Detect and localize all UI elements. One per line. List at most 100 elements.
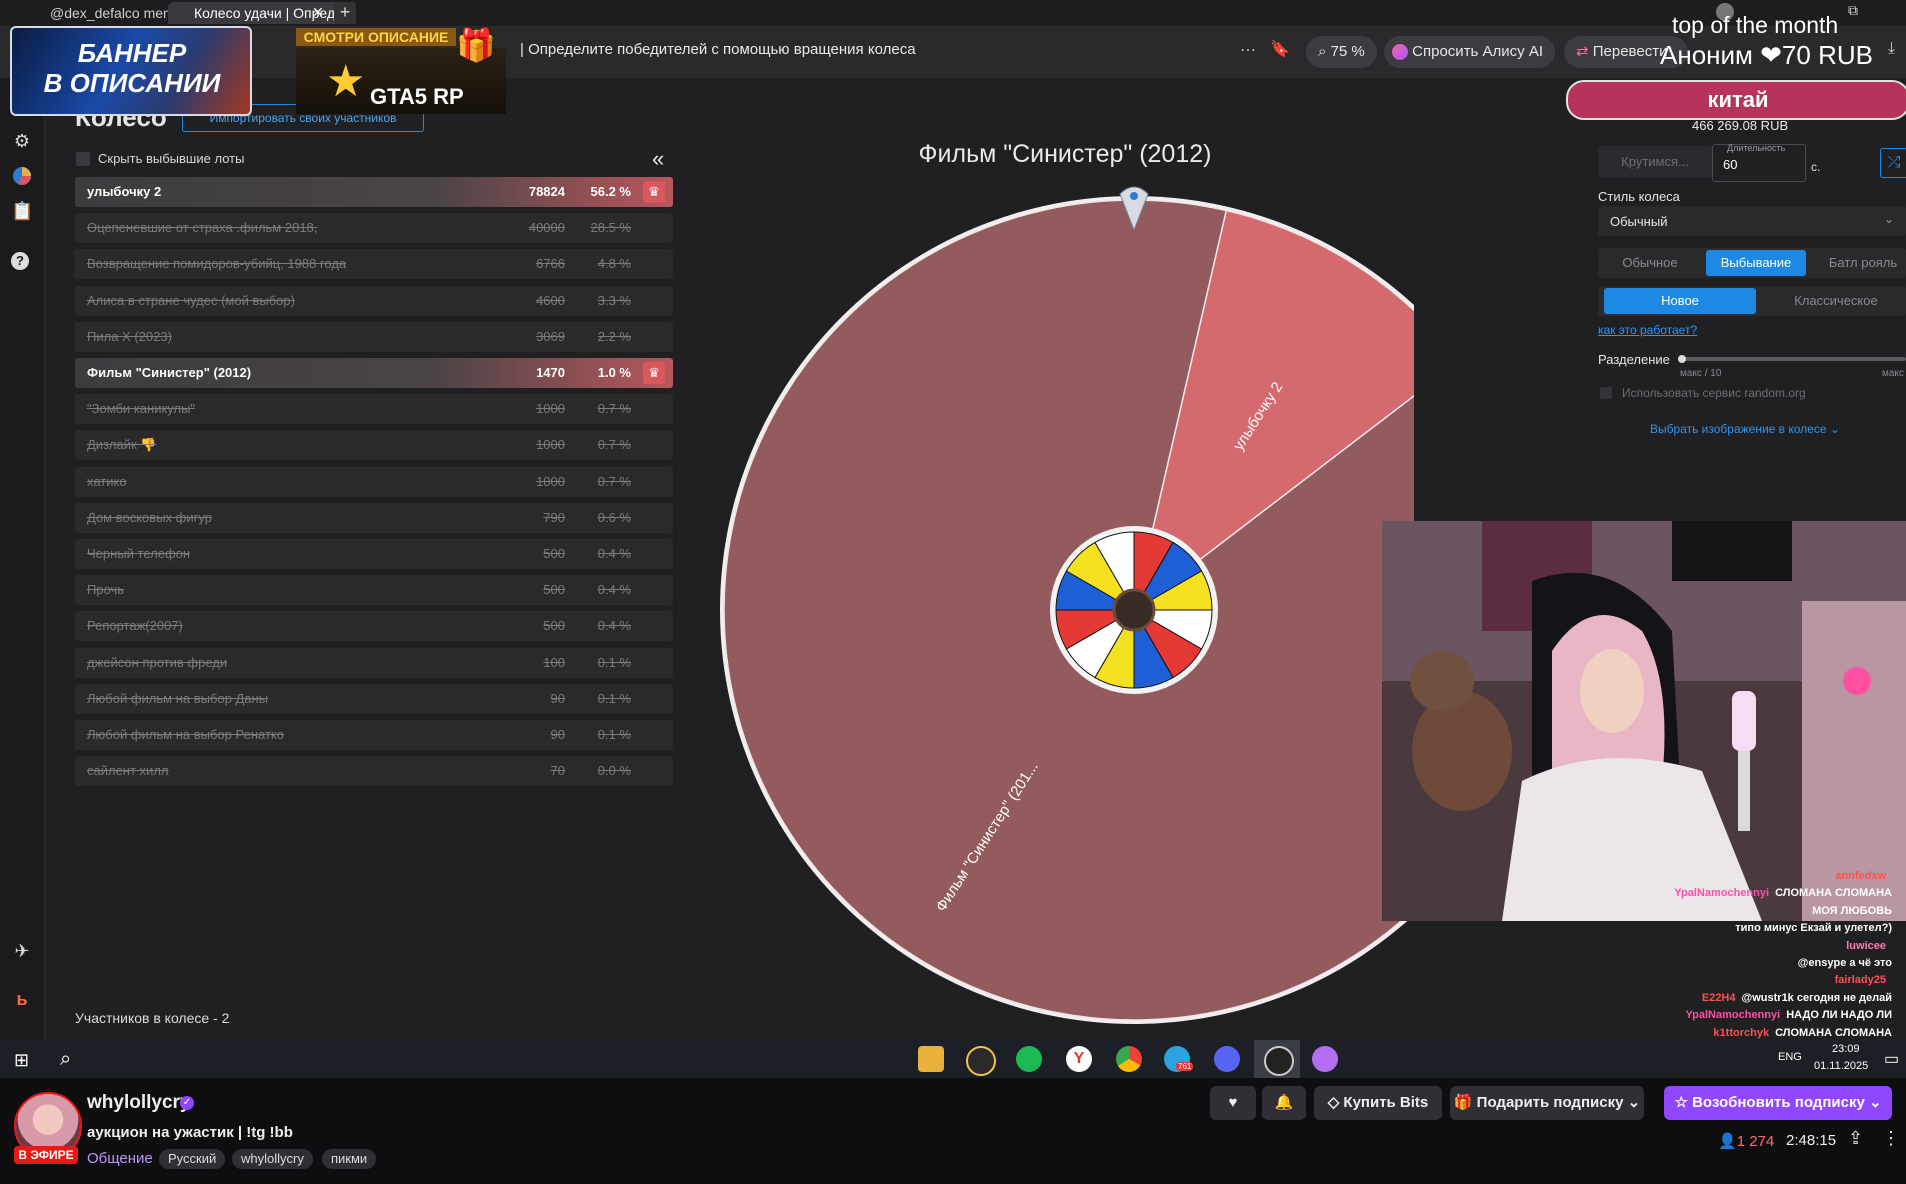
notifications-icon[interactable]: ▭ [1884, 1049, 1899, 1069]
windows-start-icon[interactable]: ⊞ [14, 1050, 29, 1071]
lot-row[interactable]: Возвращение помидоров-убийц, 1988 года 67… [75, 249, 673, 280]
share-icon[interactable]: ⇪ [1848, 1128, 1863, 1149]
obs-icon[interactable] [1264, 1046, 1294, 1076]
stream-category[interactable]: Общение [87, 1150, 153, 1167]
lot-row[interactable]: Любой фильм на выбор Ренатко 90 0.1 % [75, 720, 673, 750]
lot-row[interactable]: Оцепеневшие от страха .фильм 2018, 40000 2… [75, 213, 673, 244]
participants-count: Участников в колесе - 2 [75, 1010, 230, 1026]
close-tab-icon[interactable]: ✕ [312, 4, 328, 20]
chat-text: СЛОМАНА СЛОМАНА [1775, 887, 1892, 900]
tab-dex-defalco[interactable]: @dex_defalco mention [24, 2, 190, 24]
lot-row[interactable]: Черный телефон 500 0.4 % [75, 539, 673, 569]
chat-username[interactable]: YpalNamochennyi [1685, 1009, 1780, 1021]
lot-row[interactable]: Дизлайк 👎 1000 0.7 % [75, 430, 673, 461]
yandex-browser-icon[interactable]: Y [1066, 1046, 1092, 1072]
mode-elimination[interactable]: Выбывание [1706, 250, 1806, 276]
duration-unit: с. [1811, 160, 1821, 174]
lot-percent: 0.7 % [597, 401, 631, 417]
download-icon[interactable]: ⤓ [1888, 40, 1895, 58]
clipboard-icon[interactable]: 📋 [11, 200, 33, 222]
lot-row[interactable]: Любой фильм на выбор Даны 90 0.1 % [75, 683, 673, 714]
collapse-icon[interactable]: « [652, 146, 664, 172]
zoom-pill[interactable]: ⌕ 75 % [1306, 36, 1377, 68]
crown-icon[interactable]: ♛ [643, 181, 665, 203]
submode-new[interactable]: Новое [1604, 288, 1756, 314]
discord-icon[interactable] [1214, 1046, 1240, 1072]
wheel-style-select[interactable]: Обычный ⌄ [1598, 206, 1906, 236]
renew-sub-button[interactable]: ☆ Возобновить подписку ⌄ [1664, 1086, 1892, 1120]
lot-row[interactable]: Дом восковых фигур 790 0.6 % [75, 502, 673, 533]
tag-channel[interactable]: whylollycry [232, 1149, 313, 1169]
restore-window-icon[interactable]: ⧉ [1848, 2, 1858, 19]
spin-button[interactable]: Крутимся... [1598, 146, 1712, 178]
channel-name[interactable]: whylollycry [87, 1092, 191, 1114]
lot-row[interactable]: сайлент хилл 70 0.0 % [75, 756, 673, 787]
chat-username[interactable]: k1ttorchyk [1713, 1027, 1769, 1039]
choose-image-button[interactable]: Выбрать изображение в колесе ⌄ [1650, 422, 1840, 436]
lot-row[interactable]: джейсон против фреди 100 0.1 % [75, 647, 673, 678]
chat-username[interactable]: annfedxw [1835, 870, 1886, 882]
random-org-checkbox[interactable] [1600, 387, 1612, 399]
new-tab-icon[interactable]: + [334, 2, 356, 24]
choose-image-label: Выбрать изображение в колесе [1650, 422, 1827, 436]
submode-classic[interactable]: Классическое [1766, 288, 1906, 314]
shuffle-icon[interactable]: ⤮ [1880, 148, 1906, 178]
bookmark-icon[interactable]: 🔖 [1270, 39, 1290, 59]
follow-heart-button[interactable]: ♥ [1210, 1086, 1256, 1120]
lot-row[interactable]: "Зомби каникулы" 1000 0.7 % [75, 394, 673, 425]
lot-row[interactable]: Прочь 500 0.4 % [75, 575, 673, 606]
more-options-icon[interactable]: ⋮ [1882, 1128, 1900, 1149]
telegram-icon[interactable]: ✈ [11, 940, 33, 962]
chat-message: fairlady25 [1835, 974, 1892, 986]
wheel[interactable]: улыбочку 2Фильм "Синистер" (201... [714, 186, 1414, 1032]
chat-text: типо минус Екзай и улетел?) [1735, 922, 1892, 935]
gift-sub-button[interactable]: 🎁 Подарить подписку ⌄ [1450, 1086, 1644, 1120]
split-slider-thumb[interactable] [1678, 355, 1686, 363]
lot-row[interactable]: Репортаж(2007) 500 0.4 % [75, 611, 673, 642]
language-indicator[interactable]: ENG [1778, 1051, 1802, 1063]
help-icon[interactable]: ? [11, 252, 29, 270]
app-star-icon[interactable] [966, 1046, 996, 1076]
spotify-icon[interactable] [1016, 1046, 1042, 1072]
duration-field[interactable]: Длительность 60 [1712, 143, 1806, 182]
lot-row[interactable]: хатико 1000 0.7 % [75, 466, 673, 497]
lot-row[interactable]: Пила X (2023) 3069 2.2 % [75, 321, 673, 352]
wheel-spin-center[interactable] [1112, 588, 1156, 632]
alice-icon [1392, 44, 1408, 61]
anon-donation: Аноним ❤70 RUB [1660, 40, 1873, 70]
chat-username[interactable]: YpalNamochennyi [1674, 887, 1769, 899]
chat-username[interactable]: fairlady25 [1835, 974, 1886, 986]
chrome-icon[interactable] [1116, 1046, 1142, 1072]
chat-username[interactable]: luwicee [1846, 940, 1886, 952]
notifications-bell-button[interactable]: 🔔 [1262, 1086, 1306, 1120]
lot-row[interactable]: Фильм "Синистер" (2012) 1470 1.0 % ♛ [75, 358, 673, 388]
buy-bits-button[interactable]: ◇ Купить Bits [1314, 1086, 1442, 1120]
lot-name: Алиса в стране чудес (мой выбор) [87, 292, 295, 308]
hide-dropped-checkbox[interactable] [76, 152, 90, 166]
tag-pikmi[interactable]: пикми [322, 1149, 377, 1169]
tag-russian[interactable]: Русский [159, 1149, 226, 1169]
random-org-label: Использовать сервис random.org [1622, 386, 1806, 400]
app-cat-icon[interactable] [1312, 1046, 1338, 1072]
crown-icon[interactable]: ♛ [643, 362, 665, 384]
brand-logo-icon[interactable]: ь [11, 988, 33, 1010]
wheel-icon[interactable] [11, 166, 33, 188]
lot-percent: 0.1 % [597, 727, 631, 742]
lot-row[interactable]: Алиса в стране чудес (мой выбор) 4600 3.3 … [75, 285, 673, 316]
banner-line-1: БАННЕР [77, 38, 187, 68]
split-slider[interactable] [1678, 355, 1906, 363]
telegram-badge: 761 [1176, 1062, 1194, 1071]
page-title-in-url[interactable]: | Определите победителей с помощью враще… [520, 41, 916, 58]
file-explorer-icon[interactable] [918, 1046, 944, 1072]
mode-battle-royale[interactable]: Батл рояль [1820, 250, 1906, 276]
lot-row[interactable]: улыбочку 2 78824 56.2 % ♛ [75, 177, 673, 207]
more-icon[interactable]: ⋯ [1240, 40, 1256, 60]
search-icon[interactable]: ⌕ [60, 1048, 71, 1071]
ask-alice-button[interactable]: Спросить Алису AI [1384, 36, 1556, 68]
telegram-taskbar-icon[interactable]: 761 [1164, 1046, 1194, 1072]
chat-username[interactable]: E22H4 [1702, 992, 1736, 1004]
mode-normal[interactable]: Обычное [1606, 250, 1694, 276]
gear-icon[interactable]: ⚙ [11, 130, 33, 152]
how-it-works-link[interactable]: как это работает? [1598, 323, 1697, 337]
lot-amount: 100 [543, 654, 565, 670]
